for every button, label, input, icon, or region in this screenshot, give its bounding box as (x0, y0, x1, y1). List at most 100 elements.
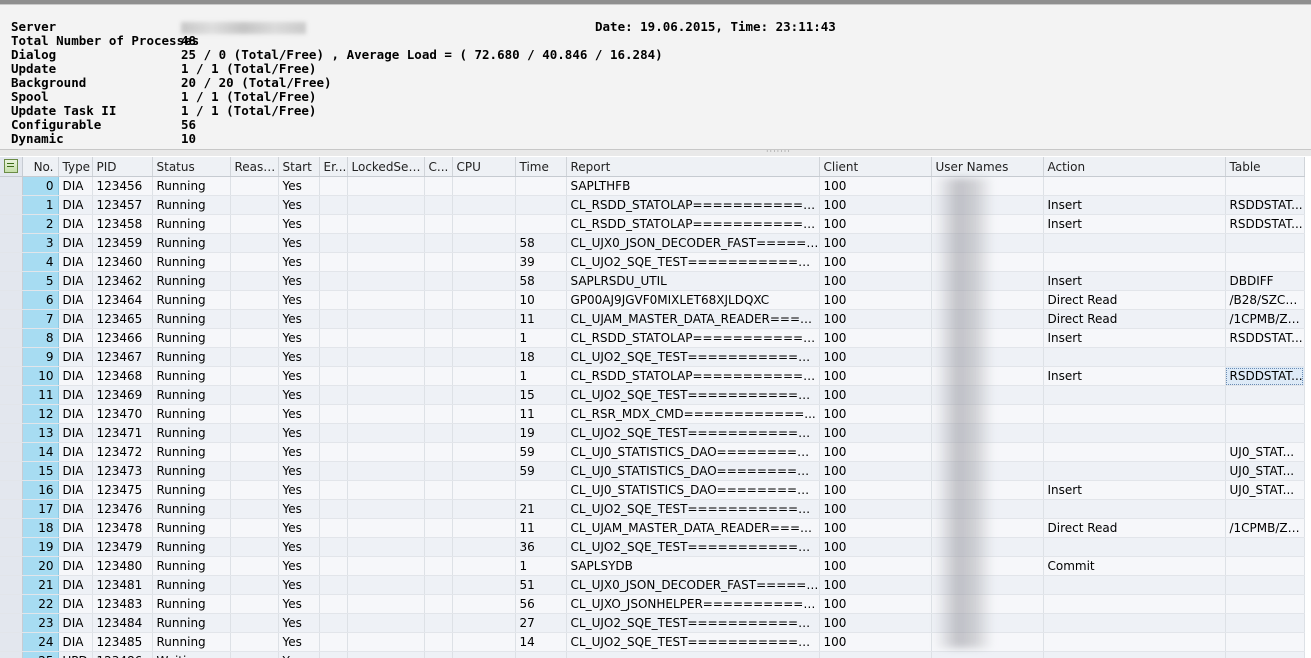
table-cell[interactable]: 7 (22, 309, 59, 329)
table-cell[interactable]: 123466 (92, 328, 153, 348)
table-cell[interactable] (319, 366, 348, 386)
table-cell[interactable] (424, 461, 453, 481)
table-cell[interactable] (230, 366, 279, 386)
table-cell[interactable] (931, 651, 1044, 658)
table-cell[interactable] (452, 556, 516, 576)
table-cell[interactable] (230, 385, 279, 405)
column-header[interactable]: Er... (319, 157, 348, 177)
table-cell[interactable] (452, 214, 516, 234)
table-cell[interactable]: Yes (278, 556, 320, 576)
table-cell[interactable] (1225, 404, 1305, 424)
table-cell[interactable]: 123464 (92, 290, 153, 310)
table-cell[interactable]: Yes (278, 385, 320, 405)
table-cell[interactable] (230, 518, 279, 538)
table-cell[interactable]: CL_RSDD_STATOLAP============... (566, 328, 820, 348)
table-cell[interactable]: 39 (515, 252, 567, 272)
table-row[interactable]: 5 DIA 123462 Running Yes 58 SAPLRSDU_UTIL 100 In… (0, 271, 1305, 291)
table-cell[interactable] (1043, 613, 1226, 633)
table-cell[interactable]: 10 (515, 290, 567, 310)
table-row[interactable]: 9 DIA 123467 Running Yes 18 CL_UJO2_SQE_TEST==… (0, 347, 1305, 367)
table-cell[interactable]: DIA (58, 195, 93, 215)
table-cell[interactable] (347, 347, 425, 367)
table-cell[interactable]: 123478 (92, 518, 153, 538)
table-cell[interactable]: 100 (819, 195, 932, 215)
table-cell[interactable]: 12 (22, 404, 59, 424)
table-cell[interactable] (319, 214, 348, 234)
table-row[interactable]: 20 DIA 123480 Running Yes 1 SAPLSYDB 100 Commit (0, 556, 1305, 576)
table-cell[interactable]: Insert (1043, 195, 1226, 215)
table-cell[interactable] (452, 575, 516, 595)
table-cell[interactable]: 11 (22, 385, 59, 405)
table-cell[interactable] (931, 366, 1044, 386)
table-cell[interactable] (452, 195, 516, 215)
column-header[interactable]: Action (1043, 157, 1226, 177)
table-cell[interactable]: Running (152, 613, 231, 633)
table-cell[interactable] (452, 480, 516, 500)
table-cell[interactable] (347, 632, 425, 652)
table-cell[interactable]: 100 (819, 385, 932, 405)
table-cell[interactable] (1043, 442, 1226, 462)
table-cell[interactable] (319, 176, 348, 196)
row-selector[interactable] (0, 613, 23, 633)
table-cell[interactable] (319, 404, 348, 424)
table-cell[interactable] (230, 309, 279, 329)
table-row[interactable]: 2 DIA 123458 Running Yes CL_RSDD_STATOLAP====… (0, 214, 1305, 234)
table-cell[interactable]: 123483 (92, 594, 153, 614)
table-cell[interactable]: DIA (58, 499, 93, 519)
table-cell[interactable]: Yes (278, 214, 320, 234)
table-cell[interactable] (931, 195, 1044, 215)
table-cell[interactable] (1225, 347, 1305, 367)
table-cell[interactable] (347, 366, 425, 386)
table-cell[interactable]: Yes (278, 309, 320, 329)
table-cell[interactable] (347, 214, 425, 234)
table-cell[interactable]: DIA (58, 423, 93, 443)
table-cell[interactable]: CL_UJO2_SQE_TEST============... (566, 347, 820, 367)
table-cell[interactable]: 100 (819, 252, 932, 272)
table-cell[interactable]: DIA (58, 309, 93, 329)
table-cell[interactable]: Running (152, 252, 231, 272)
table-cell[interactable]: Running (152, 347, 231, 367)
table-cell[interactable]: 4 (22, 252, 59, 272)
table-row[interactable]: 12 DIA 123470 Running Yes 11 CL_RSR_MDX_CMD===… (0, 404, 1305, 424)
table-cell[interactable] (230, 328, 279, 348)
table-cell[interactable]: 100 (819, 309, 932, 329)
table-cell[interactable] (319, 537, 348, 557)
table-cell[interactable]: 25 (22, 651, 59, 658)
table-cell[interactable] (319, 309, 348, 329)
table-cell[interactable]: Yes (278, 290, 320, 310)
table-cell[interactable] (230, 461, 279, 481)
row-selector[interactable] (0, 309, 23, 329)
table-cell[interactable] (1043, 404, 1226, 424)
table-cell[interactable] (230, 556, 279, 576)
table-cell[interactable] (347, 404, 425, 424)
table-cell[interactable]: Yes (278, 404, 320, 424)
table-cell[interactable]: /1CPMB/ZC... (1225, 518, 1305, 538)
table-cell[interactable] (347, 613, 425, 633)
table-cell[interactable]: 100 (819, 233, 932, 253)
table-row[interactable]: 3 DIA 123459 Running Yes 58 CL_UJX0_JSON_DECOD… (0, 233, 1305, 253)
table-row[interactable]: 8 DIA 123466 Running Yes 1 CL_RSDD_STATOLAP===… (0, 328, 1305, 348)
row-selector[interactable] (0, 442, 23, 462)
table-cell[interactable] (347, 442, 425, 462)
table-cell[interactable]: CL_UJAM_MASTER_DATA_READER====CP (566, 518, 820, 538)
table-cell[interactable] (1043, 461, 1226, 481)
table-cell[interactable]: 123486 (92, 651, 153, 658)
table-cell[interactable] (319, 347, 348, 367)
table-cell[interactable] (230, 252, 279, 272)
table-cell[interactable] (1043, 252, 1226, 272)
table-row[interactable]: 23 DIA 123484 Running Yes 27 CL_UJO2_SQE_TEST=… (0, 613, 1305, 633)
column-header[interactable]: LockedSem. (347, 157, 425, 177)
table-cell[interactable] (319, 480, 348, 500)
table-cell[interactable]: 123471 (92, 423, 153, 443)
column-header[interactable]: Time (515, 157, 567, 177)
table-cell[interactable] (347, 385, 425, 405)
table-cell[interactable]: Direct Read (1043, 309, 1226, 329)
table-cell[interactable]: Yes (278, 176, 320, 196)
table-cell[interactable]: CL_UJO2_SQE_TEST============... (566, 385, 820, 405)
row-selector[interactable] (0, 575, 23, 595)
table-cell[interactable] (347, 290, 425, 310)
table-cell[interactable] (319, 252, 348, 272)
table-cell[interactable] (319, 195, 348, 215)
table-cell[interactable]: 123458 (92, 214, 153, 234)
table-cell[interactable]: Running (152, 309, 231, 329)
